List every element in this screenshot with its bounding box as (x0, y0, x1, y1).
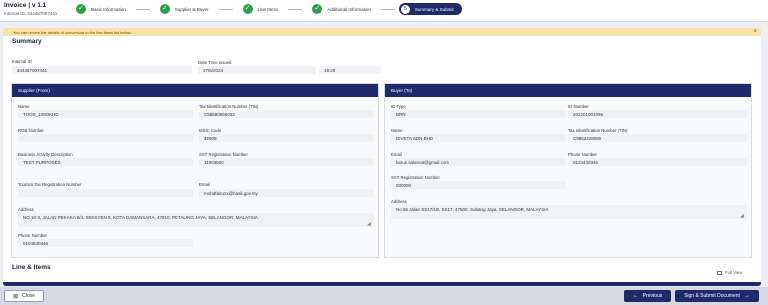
buyer-idnum-label: ID Number (568, 104, 589, 109)
sign-submit-button[interactable]: Sign & Submit Document → (675, 290, 759, 302)
step-number: 5 (400, 4, 410, 14)
supplier-name-label: Name (18, 104, 30, 109)
top-bar: Invoice | v 1.1 Internal ID: 34448700744… (0, 0, 768, 22)
supplier-business-value: TEST PURPOSES (18, 158, 193, 166)
check-icon: ✓ (159, 4, 170, 14)
close-x-icon: ⊠ (13, 293, 19, 300)
step-connector (288, 8, 303, 10)
step-supplier-buyer[interactable]: ✓ Supplier & Buyer (154, 3, 215, 15)
step-label: Line Items (257, 6, 279, 12)
check-icon: ✓ (312, 4, 323, 14)
line-items-table-header (3, 282, 761, 286)
supplier-panel: Supplier (From) Name TOOS_100OKHD Tax Id… (11, 83, 379, 258)
buyer-tin-value: C9852228090 (568, 134, 747, 142)
buyer-panel-title: Buyer (To) (391, 88, 413, 93)
supplier-tin-value: C58680956033 (199, 110, 374, 118)
supplier-name-value: TOOS_100OKHD (18, 110, 193, 118)
buyer-email-label: Email (391, 152, 402, 157)
internal-id-caption: Internal ID: 344487007441 (4, 11, 58, 16)
arrow-left-icon: ← (632, 293, 639, 299)
step-connector (218, 8, 233, 10)
buyer-sst-value: 000000 (391, 181, 566, 189)
full-view-label: Full View (725, 270, 743, 275)
buyer-address-value: No 56 Jalan SS17/1B, SS17, 47500, Subang… (391, 205, 747, 219)
supplier-sst-label: SST Registration Number (199, 152, 248, 157)
step-line-items[interactable]: ✓ Line Items (237, 3, 285, 15)
step-basic-information[interactable]: ✓ Basic Information (70, 3, 132, 15)
step-label: Additional Information (327, 6, 371, 12)
internal-id-label: Internal ID (12, 59, 32, 64)
buyer-phone-label: Phone Number (568, 152, 597, 157)
previous-button[interactable]: ← Previous (624, 290, 671, 302)
supplier-rob-value (18, 134, 193, 142)
supplier-tin-label: Tax Identification Number (TIN) (199, 104, 259, 109)
buyer-sst-label: SST Registration Number (391, 175, 440, 180)
date-value: 27/6/2024 (198, 66, 316, 74)
check-icon: ✓ (76, 4, 86, 14)
supplier-business-label: Business Activity Description (18, 152, 73, 157)
step-additional-information[interactable]: ✓ Additional Information (306, 3, 377, 15)
supplier-panel-title: Supplier (From) (18, 88, 50, 93)
datetime-label: Date Time Issued (198, 60, 232, 65)
line-items-title: Line & Items (12, 264, 51, 271)
supplier-rob-label: ROB Number (18, 128, 44, 133)
buyer-email-value: fairuz.salamat@gmail.com (391, 158, 566, 166)
supplier-sst-value: 11003500 (199, 158, 374, 166)
supplier-tourism-value (18, 189, 193, 197)
supplier-email-value: mohdfairuzx@hasil.gov.my (199, 189, 374, 197)
buyer-tin-label: Tax Identification Number (TIN) (568, 128, 628, 133)
buyer-idtype-label: ID Type (391, 104, 406, 109)
close-button[interactable]: ⊠ Close (4, 290, 44, 302)
summary-title: Summary (12, 38, 42, 45)
sign-submit-label: Sign & Submit Document (684, 293, 740, 299)
buyer-name-label: Name (391, 128, 403, 133)
notice-banner: You can review the details of conversion… (3, 28, 761, 36)
step-label: Supplier & Buyer (174, 6, 209, 12)
full-view-button[interactable]: Full View (717, 270, 742, 275)
stepper: ✓ Basic Information ✓ Supplier & Buyer ✓… (70, 3, 466, 15)
step-connector (380, 8, 395, 10)
app-title: Invoice | v 1.1 (4, 2, 47, 9)
close-button-label: Close (22, 293, 35, 299)
close-icon[interactable]: × (753, 29, 757, 35)
supplier-phone-label: Phone Number (18, 233, 47, 238)
step-label: Basic Information (91, 6, 126, 12)
supplier-msic-label: MSIC Code (199, 128, 222, 133)
resize-handle-icon[interactable]: ◢ (367, 221, 371, 227)
full-view-icon (717, 270, 722, 275)
supplier-panel-header: Supplier (From) (12, 84, 378, 97)
buyer-name-value: DIVETA SDN BHD (391, 134, 566, 142)
previous-button-label: Previous (642, 293, 663, 299)
supplier-phone-value: 0104540346 (18, 239, 193, 247)
check-icon: ✓ (242, 4, 253, 14)
summary-card: You can review the details of conversion… (3, 28, 761, 286)
supplier-address-value: NO 10-3, JALAN PEKAKA 8/4, SEKSYEN 8, KO… (18, 213, 374, 227)
step-connector (135, 8, 150, 10)
internal-id-value: 344487007441 (12, 66, 192, 74)
step-summary-submit[interactable]: 5 Summary & Submit (398, 3, 462, 15)
buyer-panel: Buyer (To) ID Type BRN ID Number 2022010… (384, 83, 752, 258)
notice-text: You can review the details of conversion… (13, 29, 132, 35)
step-label: Summary & Submit (414, 6, 454, 12)
buyer-idtype-value: BRN (391, 110, 566, 118)
buyer-phone-value: 0123440346 (568, 158, 747, 166)
supplier-email-label: Email (199, 182, 210, 187)
supplier-tourism-label: Tourism Tax Registration Number (18, 182, 82, 187)
time-value: 19:20 (319, 66, 381, 74)
supplier-msic-value: 42909 (199, 134, 374, 142)
footer-bar: ⊠ Close ← Previous Sign & Submit Document → (0, 287, 768, 305)
resize-handle-icon[interactable]: ◢ (740, 213, 744, 219)
buyer-idnum-value: 202201001096 (568, 110, 747, 118)
arrow-right-icon: → (743, 293, 750, 299)
buyer-address-label: Address (391, 199, 407, 204)
buyer-panel-header: Buyer (To) (385, 84, 751, 97)
supplier-address-label: Address (18, 207, 34, 212)
